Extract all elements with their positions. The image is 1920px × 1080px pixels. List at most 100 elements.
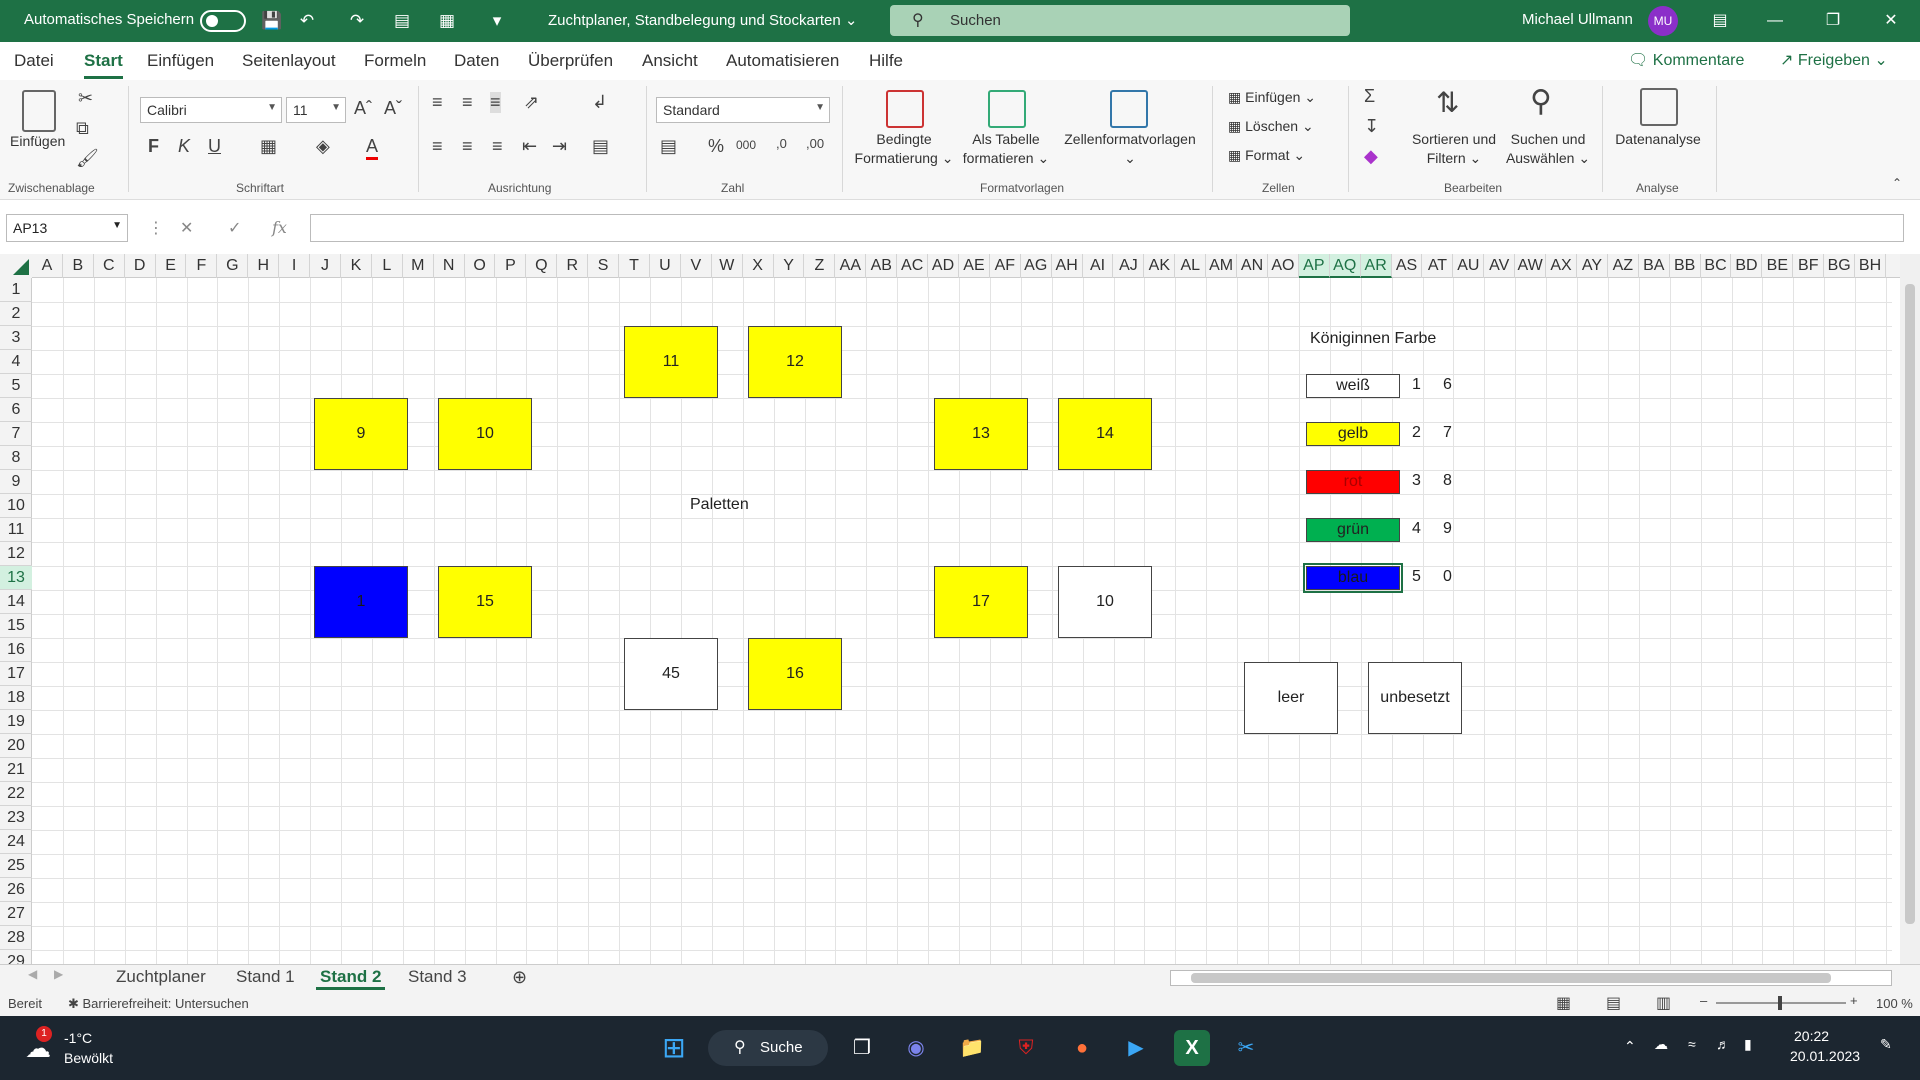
select-all-button[interactable] — [0, 254, 32, 278]
column-header[interactable]: Z — [805, 254, 836, 278]
tab-hilfe[interactable]: Hilfe — [869, 51, 903, 71]
clear-icon[interactable]: ◆ — [1364, 146, 1378, 167]
align-middle-icon[interactable]: ≡ — [462, 92, 473, 113]
column-header[interactable]: AO — [1268, 254, 1299, 278]
customize-toolbar-icon[interactable]: ▾ — [485, 9, 509, 33]
column-header[interactable]: AH — [1052, 254, 1083, 278]
column-header[interactable]: AA — [835, 254, 867, 278]
cancel-icon[interactable]: ✕ — [180, 218, 193, 238]
column-header[interactable]: AB — [866, 254, 898, 278]
add-sheet-icon[interactable]: ⊕ — [512, 967, 527, 988]
sheet-tab-stand-3[interactable]: Stand 3 — [408, 967, 467, 987]
legend-swatch-white[interactable]: weiß — [1306, 374, 1400, 398]
row-header[interactable]: 19 — [0, 710, 32, 734]
column-header[interactable]: AP — [1298, 254, 1330, 278]
stand-box[interactable]: 16 — [748, 638, 842, 710]
ribbon-display-icon[interactable]: ▤ — [1705, 6, 1735, 36]
windows-start-icon[interactable]: ⊞ — [656, 1030, 692, 1066]
taskbar-search[interactable]: ⚲ Suche — [708, 1030, 828, 1066]
column-header[interactable]: AF — [990, 254, 1021, 278]
accessibility-status[interactable]: ✱ Barrierefreiheit: Untersuchen — [68, 996, 249, 1012]
row-header[interactable]: 21 — [0, 758, 32, 782]
conditional-formatting-icon[interactable] — [886, 90, 924, 128]
row-header[interactable]: 22 — [0, 782, 32, 806]
column-header[interactable]: F — [187, 254, 218, 278]
stand-box[interactable]: 45 — [624, 638, 718, 710]
teams-icon[interactable]: ◉ — [898, 1030, 934, 1066]
column-header[interactable]: K — [341, 254, 372, 278]
row-header[interactable]: 4 — [0, 350, 32, 374]
stand-box[interactable]: 15 — [438, 566, 532, 638]
tab-start[interactable]: Start — [84, 51, 123, 79]
row-header[interactable]: 28 — [0, 926, 32, 950]
row-header[interactable]: 6 — [0, 398, 32, 422]
stand-box[interactable]: 17 — [934, 566, 1028, 638]
font-color-icon[interactable]: A — [366, 136, 379, 160]
column-header[interactable]: BE — [1762, 254, 1794, 278]
legend-swatch-blue[interactable]: blau — [1303, 563, 1403, 593]
align-right-icon[interactable]: ≡ — [492, 136, 503, 157]
row-header[interactable]: 15 — [0, 614, 32, 638]
column-header[interactable]: AT — [1423, 254, 1454, 278]
row-header[interactable]: 2 — [0, 302, 32, 326]
column-header[interactable]: BC — [1701, 254, 1732, 278]
underline-button[interactable]: U — [208, 136, 221, 157]
column-header[interactable]: O — [465, 254, 496, 278]
table-icon[interactable]: ▦ — [435, 9, 459, 33]
data-analysis-button[interactable]: Datenanalyse — [1604, 130, 1712, 149]
tab-automatisieren[interactable]: Automatisieren — [726, 51, 839, 71]
column-header[interactable]: BB — [1670, 254, 1701, 278]
task-view-icon[interactable]: ❐ — [844, 1030, 880, 1066]
fill-icon[interactable]: ↧ — [1364, 116, 1379, 137]
conditional-formatting-button[interactable]: Bedingte Formatierung ⌄ — [852, 130, 956, 168]
format-as-table-button[interactable]: Als Tabelle formatieren ⌄ — [956, 130, 1056, 168]
column-header[interactable]: L — [372, 254, 403, 278]
column-header[interactable]: S — [588, 254, 620, 278]
column-header[interactable]: BD — [1732, 254, 1763, 278]
row-header[interactable]: 5 — [0, 374, 32, 398]
row-header[interactable]: 17 — [0, 662, 32, 686]
format-painter-icon[interactable]: 🖌 — [76, 148, 99, 169]
column-header[interactable]: AJ — [1114, 254, 1145, 278]
insert-cells-button[interactable]: ▦ Einfügen ⌄ — [1228, 88, 1316, 107]
clock-date[interactable]: 20.01.2023 — [1790, 1048, 1860, 1064]
row-header[interactable]: 7 — [0, 422, 32, 446]
align-bottom-icon[interactable]: ≡ — [490, 92, 501, 113]
column-header[interactable]: AQ — [1329, 254, 1361, 278]
column-header[interactable]: G — [217, 254, 249, 278]
scrollbar-thumb[interactable] — [1905, 284, 1915, 924]
show-hidden-icons[interactable]: ⌃ — [1624, 1038, 1636, 1055]
normal-view-icon[interactable]: ▦ — [1556, 993, 1571, 1013]
column-header[interactable]: AV — [1484, 254, 1516, 278]
column-header[interactable]: AC — [897, 254, 929, 278]
file-explorer-icon[interactable]: 📁 — [954, 1030, 990, 1066]
decrease-font-icon[interactable]: Aˇ — [384, 98, 402, 119]
currency-icon[interactable]: ▤ — [660, 136, 677, 157]
stand-box[interactable]: 11 — [624, 326, 718, 398]
redo-icon[interactable]: ↷ — [345, 9, 369, 33]
column-header[interactable]: BF — [1793, 254, 1825, 278]
copy-icon[interactable]: ⧉ — [76, 118, 89, 139]
orientation-icon[interactable]: ⇗ — [524, 92, 539, 113]
more-icon[interactable]: ⋮ — [148, 218, 164, 238]
column-header[interactable]: W — [712, 254, 743, 278]
wrap-text-icon[interactable]: ↲ — [592, 92, 607, 113]
tab-einfuegen[interactable]: Einfügen — [147, 51, 214, 71]
prev-sheet-icon[interactable]: ◀ — [28, 967, 37, 981]
notifications-icon[interactable]: ✎ — [1880, 1036, 1892, 1053]
zoom-out-icon[interactable]: – — [1700, 993, 1707, 1008]
vertical-scrollbar[interactable] — [1900, 254, 1920, 964]
wifi-icon[interactable]: ≈ — [1688, 1036, 1696, 1052]
page-break-view-icon[interactable]: ▥ — [1656, 993, 1671, 1013]
tab-datei[interactable]: Datei — [14, 51, 54, 71]
close-icon[interactable]: ✕ — [1876, 6, 1906, 36]
row-header[interactable]: 1 — [0, 278, 32, 302]
row-header[interactable]: 16 — [0, 638, 32, 662]
column-header[interactable]: AM — [1206, 254, 1238, 278]
column-header[interactable]: AK — [1144, 254, 1176, 278]
delete-cells-button[interactable]: ▦ Löschen ⌄ — [1228, 117, 1314, 136]
column-header[interactable]: M — [403, 254, 434, 278]
sheet-tab-stand-2[interactable]: Stand 2 — [315, 967, 386, 990]
empty-stand-box[interactable]: leer — [1244, 662, 1338, 734]
clock-time[interactable]: 20:22 — [1794, 1028, 1829, 1044]
